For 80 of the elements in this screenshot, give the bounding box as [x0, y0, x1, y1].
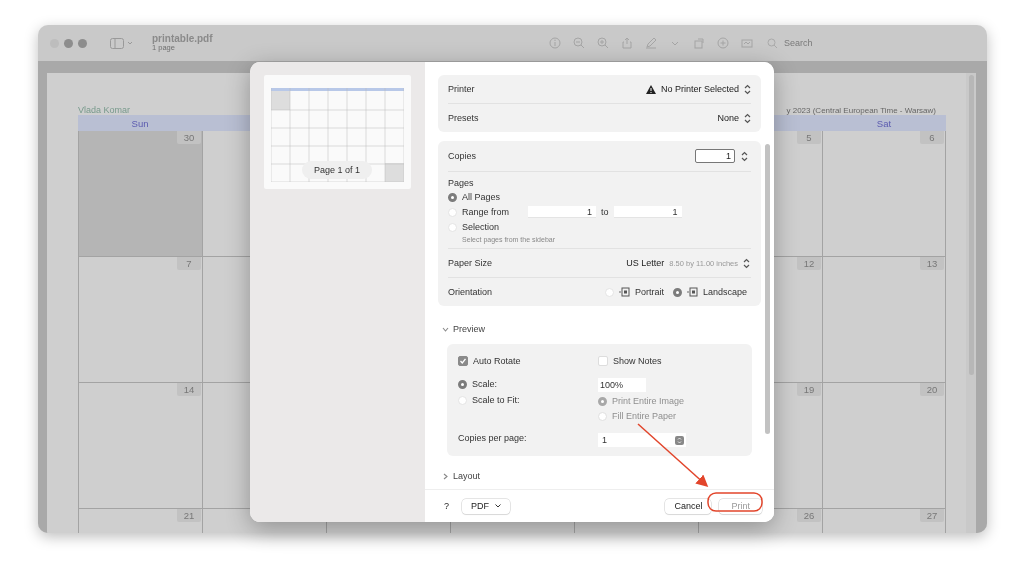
printer-label: Printer [448, 84, 475, 94]
day-number: 14 [177, 383, 201, 396]
stepper-icon[interactable] [741, 150, 748, 162]
printer-dropdown[interactable]: No Printer Selected [660, 84, 739, 94]
stepper-icon[interactable] [744, 83, 751, 95]
day-number: 26 [797, 509, 821, 522]
pen-icon[interactable] [645, 37, 657, 49]
copies-field[interactable]: 1 [695, 149, 735, 163]
radio-button[interactable] [672, 287, 682, 297]
day-number: 21 [177, 509, 201, 522]
envelope-icon[interactable] [741, 37, 753, 49]
orientation-label: Orientation [448, 287, 493, 297]
paper-size-label: Paper Size [448, 258, 493, 268]
highlight-ring [707, 492, 763, 512]
day-number: 27 [920, 509, 944, 522]
range-to-label: to [601, 207, 609, 217]
zoom-button[interactable] [78, 38, 87, 48]
day-number: 19 [797, 383, 821, 396]
radio-label: Range from [462, 207, 510, 217]
minimize-button[interactable] [64, 38, 73, 48]
checkbox-label: Auto Rotate [473, 356, 521, 366]
copies-label: Copies [448, 151, 476, 161]
landscape-icon [686, 287, 698, 297]
range-from-field[interactable]: 1 [528, 206, 597, 218]
search-icon [767, 37, 779, 49]
stepper-icon[interactable] [743, 257, 750, 269]
annotation-arrow [637, 423, 709, 487]
radio-label: Print Entire Image [612, 396, 685, 406]
checkbox-label: Show Notes [613, 356, 662, 366]
sidebar-toggle-icon[interactable] [110, 37, 134, 49]
radio-label: Fill Entire Paper [612, 411, 677, 421]
pdf-menu-button[interactable]: PDF [462, 498, 510, 514]
plus-circle-icon[interactable] [717, 37, 729, 49]
radio-button[interactable] [458, 379, 467, 389]
presets-label: Presets [448, 113, 479, 123]
day-number: 13 [920, 257, 944, 270]
page-thumbnail[interactable]: Page 1 of 1 [264, 75, 411, 189]
scrollbar-thumb[interactable] [765, 144, 770, 434]
info-icon[interactable] [549, 37, 561, 49]
zoom-in-icon[interactable] [597, 37, 609, 49]
help-button[interactable]: ? [439, 498, 454, 514]
day-number: 20 [920, 383, 944, 396]
cancel-button[interactable]: Cancel [665, 498, 712, 514]
copies-per-page-dropdown[interactable]: 1 [598, 433, 686, 447]
pages-label: Pages [448, 178, 475, 188]
window-title: printable.pdf [152, 33, 213, 45]
calendar-title: y 2023 (Central European Time - Warsaw) [786, 106, 936, 115]
radio-label: Portrait [634, 287, 664, 297]
weekday-header: Sun [131, 117, 149, 129]
presets-dropdown[interactable]: None [717, 113, 739, 123]
stepper-icon[interactable] [744, 112, 751, 124]
day-number: 5 [797, 131, 821, 144]
rotate-icon[interactable] [693, 37, 705, 49]
day-number: 7 [177, 257, 201, 270]
radio-label: Scale: [472, 379, 497, 389]
scale-field[interactable]: 100% [598, 378, 646, 392]
copies-per-page-label: Copies per page: [458, 433, 528, 445]
day-number: 30 [177, 131, 201, 144]
section-header[interactable]: Preview [453, 324, 485, 334]
portrait-icon [618, 287, 630, 297]
disclosure-chevron-icon[interactable] [442, 325, 449, 333]
section-header[interactable]: Layout [453, 471, 481, 481]
radio-label: Landscape [702, 287, 747, 297]
zoom-out-icon[interactable] [573, 37, 585, 49]
stepper-icon[interactable] [675, 435, 684, 445]
day-number: 12 [797, 257, 821, 270]
paper-size-dropdown[interactable]: US Letter [626, 258, 665, 268]
checkbox[interactable] [458, 356, 468, 366]
share-icon[interactable] [621, 37, 633, 49]
range-to-field[interactable]: 1 [613, 206, 682, 218]
radio-label: Selection [462, 222, 500, 232]
radio-label: Scale to Fit: [472, 395, 520, 405]
weekday-header: Sat [876, 117, 892, 129]
disclosure-chevron-icon[interactable] [442, 472, 449, 480]
day-number: 6 [920, 131, 944, 144]
radio-button[interactable] [448, 192, 457, 202]
radio-label: All Pages [462, 192, 501, 202]
chevron-down-icon [495, 504, 501, 508]
page-indicator: Page 1 of 1 [302, 161, 373, 179]
author-name: Vlada Komar [78, 105, 131, 115]
